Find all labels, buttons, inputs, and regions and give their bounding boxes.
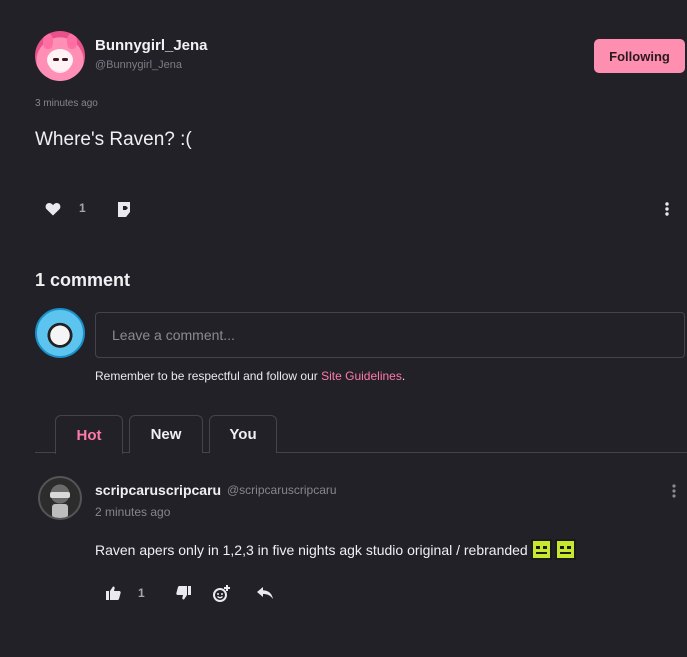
neutral-face-emoji-icon (554, 539, 576, 560)
upvote-button[interactable] (102, 583, 124, 603)
downvote-button[interactable] (172, 583, 194, 603)
reply-button[interactable] (254, 583, 276, 603)
upvote-count: 1 (138, 586, 145, 600)
guidelines-suffix: . (401, 369, 406, 383)
comments-heading: 1 comment (35, 270, 131, 290)
comment-more-button[interactable] (664, 481, 684, 501)
share-button[interactable] (113, 198, 135, 220)
share-icon (118, 201, 130, 217)
like-button[interactable] (42, 199, 64, 219)
comment-body: Raven apers only in 1,2,3 in five nights… (95, 539, 576, 560)
comment-timestamp: 2 minutes ago (95, 505, 171, 519)
following-button[interactable]: Following (594, 39, 685, 73)
post-text: Where's Raven? :( (35, 129, 192, 150)
commenter-name[interactable]: scripcaruscripcaru (95, 482, 221, 498)
post-more-button[interactable] (657, 198, 677, 220)
reply-icon (257, 587, 273, 599)
add-reaction-icon (213, 584, 230, 602)
more-vertical-icon (665, 202, 669, 216)
post-timestamp: 3 minutes ago (35, 98, 98, 109)
comment-text: Raven apers only in 1,2,3 in five nights… (95, 541, 528, 558)
current-user-avatar (35, 308, 85, 358)
heart-icon (45, 202, 61, 216)
more-vertical-icon (672, 484, 676, 498)
commenter-handle: @scripcaruscripcaru (227, 483, 337, 497)
author-handle: @Bunnygirl_Jena (95, 59, 182, 71)
neutral-face-emoji-icon (530, 539, 552, 560)
commenter-avatar[interactable] (38, 476, 82, 520)
like-count: 1 (79, 201, 86, 215)
tab-hot[interactable]: Hot (55, 415, 123, 454)
comment-input[interactable] (95, 312, 685, 358)
guidelines-prefix: Remember to be respectful and follow our (95, 369, 322, 383)
add-reaction-button[interactable] (210, 582, 232, 604)
author-avatar[interactable] (35, 31, 85, 81)
author-name[interactable]: Bunnygirl_Jena (95, 37, 208, 54)
site-guidelines-link[interactable]: Site Guidelines (321, 369, 402, 383)
tab-you[interactable]: You (209, 415, 277, 453)
thumbs-up-icon (105, 586, 121, 600)
tab-new[interactable]: New (129, 415, 203, 453)
thumbs-down-icon (175, 586, 191, 600)
guidelines-notice: Remember to be respectful and follow our… (95, 369, 405, 383)
